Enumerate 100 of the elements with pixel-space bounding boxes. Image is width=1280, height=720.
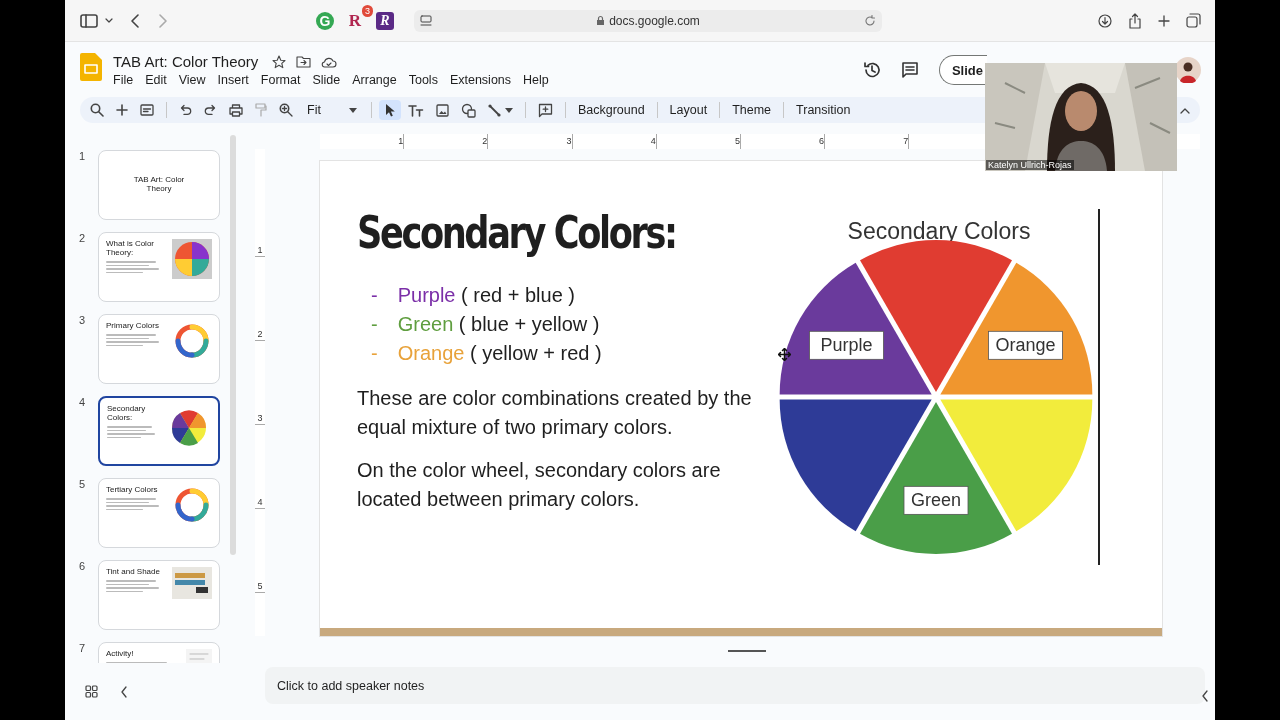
wedge-label: Purple xyxy=(809,330,884,360)
zoom-dropdown[interactable]: Fit xyxy=(305,103,359,117)
notification-badge: 3 xyxy=(362,4,373,17)
participant-name: Katelyn Ullrich-Rojas xyxy=(986,160,1074,170)
toolbar-button[interactable]: Theme xyxy=(732,103,772,117)
bullet-text: Orange ( yellow + red ) xyxy=(397,341,602,366)
ruler-number: 1 xyxy=(320,134,405,149)
thumbnail-title: Tertiary Colors xyxy=(106,485,159,494)
back-icon[interactable] xyxy=(130,13,140,28)
extension-icon[interactable]: R xyxy=(346,11,364,30)
zoom-icon[interactable] xyxy=(279,103,293,117)
avatar-icon[interactable] xyxy=(1175,57,1201,83)
slide-thumbnail[interactable]: Tertiary Colors xyxy=(98,478,220,548)
menu-item[interactable]: File xyxy=(108,72,139,88)
document-title[interactable]: TAB Art: Color Theory xyxy=(113,53,259,70)
menu-item[interactable]: Format xyxy=(255,72,306,88)
grid-view-icon[interactable] xyxy=(85,685,98,698)
bullet-dash: - xyxy=(371,312,378,337)
url-text: docs.google.com xyxy=(609,13,700,28)
body-paragraph: These are color combinations created by the equal mixture of two primary colors. xyxy=(357,386,753,440)
slide-canvas[interactable] xyxy=(320,161,1162,636)
tabs-overview-icon[interactable] xyxy=(1186,13,1201,28)
move-cursor-icon xyxy=(778,348,791,361)
slide-thumbnail[interactable]: Primary Colors xyxy=(98,314,220,384)
thumbnail-title: Secondary Colors: xyxy=(107,404,147,422)
undo-icon[interactable] xyxy=(179,104,192,116)
ruler-number: 3 xyxy=(255,341,265,425)
menu-item[interactable]: Tools xyxy=(403,72,443,88)
collapse-panel-icon[interactable] xyxy=(120,685,128,698)
line-tool[interactable] xyxy=(487,103,513,117)
thumbnail-title: Activity! xyxy=(106,649,135,658)
slide-number: 3 xyxy=(77,314,86,326)
ruler-number: 3 xyxy=(488,134,573,149)
caret-icon xyxy=(348,107,357,113)
menu-item[interactable]: View xyxy=(173,72,211,88)
thumbnail-title: What is Color Theory: xyxy=(106,239,155,257)
bullet-dash: - xyxy=(371,341,378,366)
menu-item[interactable]: Extensions xyxy=(444,72,517,88)
add-comment-icon[interactable] xyxy=(537,102,553,118)
address-bar[interactable]: docs.google.com xyxy=(414,9,882,32)
slideshow-button[interactable]: Slide xyxy=(938,55,987,85)
menu-item[interactable]: Arrange xyxy=(347,72,402,88)
collapse-icon[interactable] xyxy=(1180,106,1190,114)
bullet-text: Purple ( red + blue ) xyxy=(397,283,575,308)
bullet-dash: - xyxy=(371,283,378,308)
slide-thumbnail[interactable]: What is Color Theory: xyxy=(98,232,220,302)
share-icon[interactable] xyxy=(1128,12,1142,29)
new-tab-icon[interactable] xyxy=(1158,14,1170,27)
thumbnail-title: Primary Colors xyxy=(106,321,160,330)
body-paragraph: On the color wheel, secondary colors are located between primary colors. xyxy=(357,458,722,512)
speaker-notes-field[interactable]: Click to add speaker notes xyxy=(265,667,1205,704)
photo-icon xyxy=(172,567,212,599)
resize-handle[interactable] xyxy=(727,650,766,652)
scrollbar[interactable] xyxy=(230,135,236,555)
ruler-number: 2 xyxy=(255,257,265,341)
new-slide-icon[interactable] xyxy=(140,104,154,116)
page-icon[interactable] xyxy=(420,14,432,27)
comment-icon[interactable] xyxy=(900,61,919,79)
ruler-number: 5 xyxy=(255,509,265,593)
select-tool[interactable] xyxy=(378,100,401,120)
ruler-number: 4 xyxy=(572,134,657,149)
menu-item[interactable]: Insert xyxy=(212,72,254,88)
slide-number: 1 xyxy=(77,150,86,162)
print-icon[interactable] xyxy=(229,103,243,117)
search-icon[interactable] xyxy=(90,103,104,117)
redo-icon[interactable] xyxy=(204,104,217,116)
ruler-number: 1 xyxy=(255,173,265,257)
toolbar-button[interactable]: Transition xyxy=(796,103,851,117)
lock-icon xyxy=(596,15,606,26)
slide-thumbnail[interactable]: TAB Art: Color Theory xyxy=(98,150,220,220)
slide-number: 4 xyxy=(77,396,86,408)
extension-icon[interactable]: R xyxy=(376,11,394,30)
star-icon[interactable] xyxy=(272,54,287,69)
add-icon[interactable] xyxy=(116,104,128,116)
move-folder-icon[interactable] xyxy=(296,55,312,68)
thumbnail-title: Tint and Shade xyxy=(106,567,161,576)
menu-item[interactable]: Help xyxy=(518,72,554,88)
cloud-icon[interactable] xyxy=(321,55,338,68)
reload-icon[interactable] xyxy=(864,14,876,27)
slide-number: 6 xyxy=(77,560,86,572)
slide-number: 5 xyxy=(77,478,86,490)
toolbar-button[interactable]: Background xyxy=(577,103,645,117)
shapes-icon[interactable] xyxy=(460,102,476,118)
text-box-icon[interactable] xyxy=(407,103,424,117)
menu-item[interactable]: Edit xyxy=(140,72,172,88)
slide-thumbnail[interactable]: Activity! xyxy=(98,642,220,663)
download-icon[interactable] xyxy=(1098,13,1112,28)
version-history-icon[interactable] xyxy=(862,61,881,79)
sidebar-icon[interactable] xyxy=(80,13,98,28)
menu-item[interactable]: Slide xyxy=(307,72,346,88)
slide-thumbnail[interactable]: Secondary Colors: xyxy=(98,396,220,466)
caret-icon xyxy=(504,107,513,113)
toolbar-button[interactable]: Layout xyxy=(669,103,708,117)
bullet-text: Green ( blue + yellow ) xyxy=(397,312,600,337)
thumbnail-title: TAB Art: Color Theory xyxy=(132,175,186,193)
expand-panel-icon[interactable] xyxy=(1201,690,1209,702)
ruler-number: 6 xyxy=(740,134,826,149)
image-icon[interactable] xyxy=(435,103,449,117)
slide-thumbnail[interactable]: Tint and Shade xyxy=(98,560,220,630)
chevron-down-icon[interactable] xyxy=(104,16,114,25)
